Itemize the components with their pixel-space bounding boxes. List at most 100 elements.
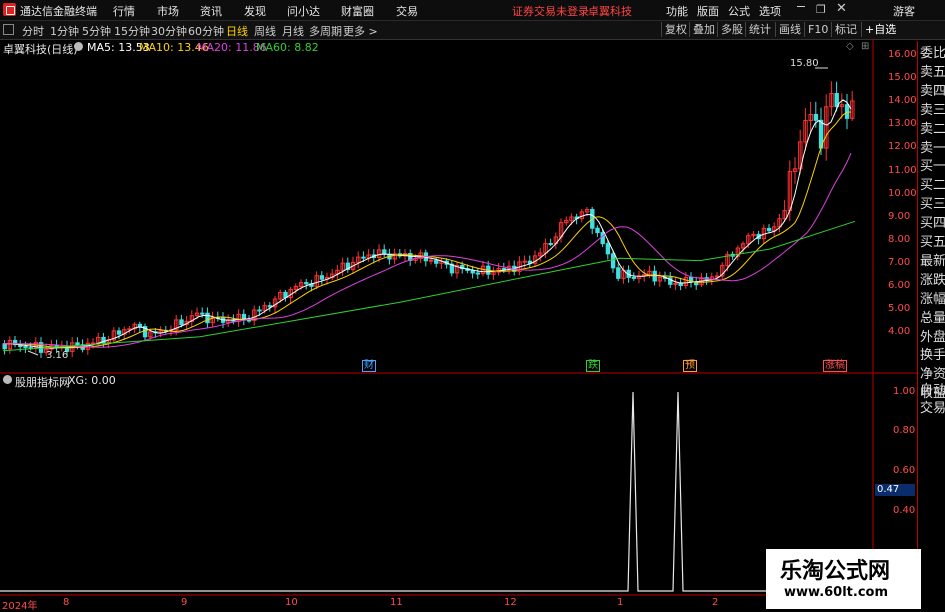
tab-15min[interactable]: 15分钟: [114, 23, 150, 39]
duogu-button[interactable]: 多股: [717, 22, 746, 37]
menu-gongneng[interactable]: 功能: [666, 3, 688, 19]
tab-weekly[interactable]: 周线: [254, 23, 276, 39]
collapse-icon[interactable]: [3, 24, 14, 35]
candle-body: [813, 113, 819, 121]
panel-item-5[interactable]: 卖一: [920, 140, 945, 158]
panel-item-4[interactable]: 卖二: [920, 121, 945, 139]
panel-item-1[interactable]: 卖五: [920, 64, 945, 82]
candle-body: [23, 346, 28, 349]
x-tick-oct: 10: [285, 597, 298, 608]
panel-item-10[interactable]: 买五: [920, 234, 945, 252]
x-tick-feb: 2: [712, 597, 719, 608]
quote-side-panel: 委比 卖五 卖四 卖三 卖二 卖一 买一 买二 买三 买四 买五 最新 涨跌 涨幅 总量 外盘 换手 净资 收益 自动…: [917, 41, 945, 609]
candle-body: [116, 330, 122, 335]
low-price-label: 3.16: [46, 350, 69, 361]
kline-chart[interactable]: [0, 39, 917, 609]
tab-daily[interactable]: 日线: [226, 23, 248, 39]
tab-1min[interactable]: 1分钟: [50, 23, 79, 39]
x-tick-dec: 12: [504, 597, 517, 608]
candle-body: [501, 268, 507, 271]
panel-item-11[interactable]: 最新: [920, 253, 945, 271]
candle-body: [595, 227, 600, 234]
current-value-badge: 0.47: [875, 484, 915, 496]
ma60-line: [2, 220, 856, 352]
menu-gongshi[interactable]: 公式: [728, 3, 750, 19]
x-tick-nov: 11: [390, 597, 403, 608]
candle-body: [475, 272, 481, 275]
xg-value-label: XG: 0.00: [68, 374, 116, 387]
menu-shichang[interactable]: 市场: [157, 3, 179, 19]
indicator-title[interactable]: 股朋指标网: [15, 374, 70, 390]
diejia-button[interactable]: 叠加: [689, 22, 718, 37]
watermark-url: www.60lt.com: [784, 585, 889, 600]
menu-banmian[interactable]: 版面: [697, 3, 719, 19]
candle-body: [673, 282, 678, 285]
huaxian-button[interactable]: 画线: [775, 22, 804, 37]
menu-caifuquan[interactable]: 财富圈: [341, 3, 374, 19]
watermark-title: 乐淘公式网: [780, 558, 891, 584]
panel-item-0[interactable]: 委比: [920, 45, 945, 63]
ma10-line: [3, 111, 852, 349]
close-icon[interactable]: ✕: [836, 1, 847, 16]
tab-monthly[interactable]: 月线: [282, 23, 304, 39]
panel-item-2[interactable]: 卖四: [920, 83, 945, 101]
high-price-label: 15.80: [790, 58, 819, 69]
security-warning[interactable]: 证券交易未登录: [512, 3, 589, 19]
panel-item-12[interactable]: 涨跌: [920, 272, 945, 290]
ma20-line: [3, 152, 852, 348]
event-marker-yu[interactable]: 预: [683, 360, 697, 372]
auto-trade-1[interactable]: 交易: [920, 400, 945, 418]
panel-item-14[interactable]: 总量: [920, 310, 945, 328]
tongji-button[interactable]: 统计: [745, 22, 774, 37]
panel-item-13[interactable]: 涨幅: [920, 291, 945, 309]
panel-item-3[interactable]: 卖三: [920, 102, 945, 120]
restore-icon[interactable]: ❐: [816, 3, 826, 16]
event-marker-die[interactable]: 跌: [586, 360, 600, 372]
auto-trade-0[interactable]: 自动: [920, 382, 945, 400]
panel-item-9[interactable]: 买四: [920, 215, 945, 233]
app-logo-icon: [3, 3, 16, 16]
tab-more[interactable]: 更多 >: [343, 23, 378, 39]
menu-zixun[interactable]: 资讯: [200, 3, 222, 19]
menu-wenxiaoda[interactable]: 问小达: [287, 3, 320, 19]
menu-faxian[interactable]: 发现: [244, 3, 266, 19]
low-marker-line: [27, 350, 39, 356]
candle-body: [2, 343, 7, 350]
candle-body: [844, 104, 850, 119]
candle-body: [382, 249, 387, 255]
period-toolbar: 分时 1分钟 5分钟 15分钟 30分钟 60分钟 日线 周线 月线 多周期 更…: [0, 21, 945, 40]
x-tick-jan: 1: [617, 597, 624, 608]
biaoji-button[interactable]: 标记: [831, 22, 860, 37]
tab-fenshi[interactable]: 分时: [22, 23, 44, 39]
candle-body: [304, 282, 309, 285]
candle-body: [137, 323, 143, 328]
title-bar: 通达信金融终端 行情 市场 资讯 发现 问小达 财富圈 交易 证券交易未登录 卓…: [0, 0, 945, 21]
tab-multi-period[interactable]: 多周期: [309, 23, 342, 39]
candle-body: [434, 259, 439, 264]
x-tick-sep: 9: [181, 597, 188, 608]
tab-5min[interactable]: 5分钟: [82, 23, 111, 39]
app-title: 通达信金融终端: [20, 5, 97, 18]
menu-hangqing[interactable]: 行情: [113, 3, 135, 19]
candle-body: [610, 253, 616, 269]
panel-item-6[interactable]: 买一: [920, 158, 945, 176]
f10-button[interactable]: F10: [804, 22, 831, 37]
menu-xuanxiang[interactable]: 选项: [759, 3, 781, 19]
panel-item-15[interactable]: 外盘: [920, 329, 945, 347]
panel-item-16[interactable]: 换手: [920, 347, 945, 365]
ma5-line: [3, 99, 852, 349]
fuquan-button[interactable]: 复权: [661, 22, 690, 37]
event-marker-cai[interactable]: 财: [362, 360, 376, 372]
watermark: 乐淘公式网 www.60lt.com: [766, 549, 921, 609]
candle-body: [179, 319, 184, 326]
indicator-settings-icon[interactable]: [3, 375, 12, 384]
event-marker-zhanggao[interactable]: 涨稿: [823, 360, 847, 372]
candle-body: [205, 312, 210, 324]
minimize-icon[interactable]: [797, 6, 805, 7]
menu-jiaoyi[interactable]: 交易: [396, 3, 418, 19]
panel-item-7[interactable]: 买二: [920, 177, 945, 195]
panel-item-8[interactable]: 买三: [920, 196, 945, 214]
tab-60min[interactable]: 60分钟: [188, 23, 224, 39]
tab-30min[interactable]: 30分钟: [151, 23, 187, 39]
candle-body: [616, 267, 621, 279]
